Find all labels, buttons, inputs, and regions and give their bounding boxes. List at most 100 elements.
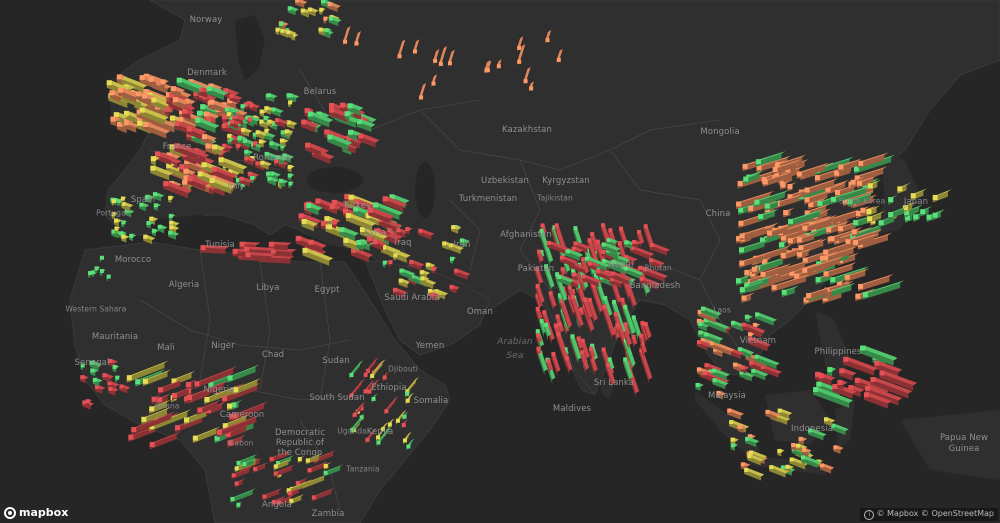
extruded-column[interactable] — [343, 26, 351, 46]
extruded-column[interactable] — [80, 375, 89, 384]
extruded-column[interactable] — [94, 266, 101, 274]
extruded-column[interactable] — [523, 66, 531, 86]
extruded-column[interactable] — [449, 256, 457, 264]
extruded-column[interactable] — [143, 234, 156, 245]
extruded-column[interactable] — [295, 0, 308, 9]
extruded-column[interactable] — [286, 120, 298, 130]
extruded-column[interactable] — [777, 448, 785, 457]
extruded-column[interactable] — [565, 356, 573, 375]
extruded-column[interactable] — [730, 443, 739, 451]
extruded-column[interactable] — [409, 259, 425, 271]
extruded-column[interactable] — [820, 463, 835, 474]
extruded-column[interactable] — [92, 377, 103, 387]
extruded-column[interactable] — [151, 228, 160, 237]
extruded-column[interactable] — [839, 368, 857, 381]
extruded-column[interactable] — [745, 436, 760, 448]
extruded-column[interactable] — [168, 195, 175, 204]
extruded-column[interactable] — [236, 501, 243, 509]
extruded-column[interactable] — [798, 436, 808, 445]
info-icon[interactable]: i — [864, 510, 875, 520]
extruded-column[interactable] — [384, 396, 399, 416]
extruded-column[interactable] — [744, 314, 753, 323]
extruded-column[interactable] — [115, 375, 121, 383]
extruded-column[interactable] — [783, 207, 795, 218]
extruded-column[interactable] — [454, 268, 471, 280]
extruded-column[interactable] — [287, 173, 295, 181]
extruded-column[interactable] — [271, 107, 284, 117]
extruded-column[interactable] — [433, 49, 440, 65]
extruded-column[interactable] — [99, 269, 106, 277]
extruded-column[interactable] — [94, 384, 106, 394]
extruded-column[interactable] — [307, 7, 319, 17]
extruded-column[interactable] — [438, 46, 448, 68]
extruded-column[interactable] — [323, 16, 330, 24]
extruded-column[interactable] — [419, 82, 427, 102]
extruded-column[interactable] — [269, 141, 282, 151]
extruded-column[interactable] — [121, 220, 128, 228]
extruded-column[interactable] — [102, 373, 114, 383]
extruded-column[interactable] — [288, 100, 294, 108]
extruded-column[interactable] — [412, 39, 420, 56]
extruded-column[interactable] — [112, 364, 120, 373]
extruded-column[interactable] — [431, 74, 438, 88]
extruded-column[interactable] — [418, 228, 435, 240]
extruded-column[interactable] — [349, 360, 364, 380]
extruded-column[interactable] — [827, 367, 837, 377]
extruded-column[interactable] — [245, 252, 276, 262]
extruded-column[interactable] — [108, 386, 119, 396]
extruded-column[interactable] — [496, 59, 502, 71]
extruded-column[interactable] — [406, 438, 415, 451]
extruded-column[interactable] — [831, 423, 849, 436]
extruded-column[interactable] — [401, 418, 409, 430]
extruded-column[interactable] — [328, 16, 342, 27]
attribution[interactable]: i © Mapbox © OpenStreetMap — [860, 508, 998, 521]
extruded-column[interactable] — [431, 266, 438, 274]
extruded-column[interactable] — [319, 7, 326, 15]
extruded-column[interactable] — [371, 393, 378, 403]
extruded-column[interactable] — [231, 399, 243, 410]
extruded-column[interactable] — [695, 382, 704, 391]
extruded-column[interactable] — [311, 487, 335, 502]
extruded-column[interactable] — [932, 209, 945, 221]
extruded-column[interactable] — [150, 156, 160, 166]
extruded-column[interactable] — [235, 143, 242, 152]
extruded-column[interactable] — [266, 93, 278, 103]
extruded-column[interactable] — [741, 292, 755, 303]
extruded-column[interactable] — [287, 6, 299, 16]
extruded-column[interactable] — [358, 133, 380, 148]
extruded-column[interactable] — [744, 467, 765, 481]
extruded-column[interactable] — [168, 213, 176, 222]
extruded-column[interactable] — [230, 488, 256, 503]
extruded-column[interactable] — [703, 318, 730, 333]
extruded-column[interactable] — [639, 348, 653, 384]
extruded-column[interactable] — [121, 234, 130, 243]
extruded-column[interactable] — [727, 408, 744, 420]
extruded-column[interactable] — [327, 2, 341, 13]
extruded-column[interactable] — [149, 431, 181, 450]
map-canvas[interactable]: Norway Denmark Belarus Kazakhstan Mongol… — [0, 0, 1000, 523]
extruded-column[interactable] — [354, 30, 362, 48]
extruded-column[interactable] — [351, 247, 373, 263]
extruded-column[interactable] — [755, 312, 777, 326]
extruded-column[interactable] — [388, 260, 394, 267]
extruded-column[interactable] — [249, 103, 261, 113]
extruded-column[interactable] — [548, 291, 557, 312]
extruded-column[interactable] — [168, 230, 180, 240]
extruded-column[interactable] — [405, 227, 413, 235]
extruded-column[interactable] — [397, 39, 406, 61]
extruded-column[interactable] — [888, 194, 898, 205]
extruded-column[interactable] — [833, 445, 844, 455]
extruded-column[interactable] — [119, 384, 131, 394]
extruded-column[interactable] — [339, 227, 360, 241]
extruded-column[interactable] — [157, 224, 168, 234]
extruded-column[interactable] — [932, 189, 952, 203]
extruded-column[interactable] — [90, 368, 99, 377]
extruded-column[interactable] — [545, 29, 552, 45]
extruded-column[interactable] — [897, 182, 911, 194]
extruded-column[interactable] — [631, 334, 638, 350]
extruded-column[interactable] — [234, 478, 246, 488]
extruded-column[interactable] — [382, 260, 389, 268]
extruded-column[interactable] — [529, 81, 534, 93]
extruded-column[interactable] — [449, 284, 460, 294]
extruded-column[interactable] — [99, 255, 105, 263]
